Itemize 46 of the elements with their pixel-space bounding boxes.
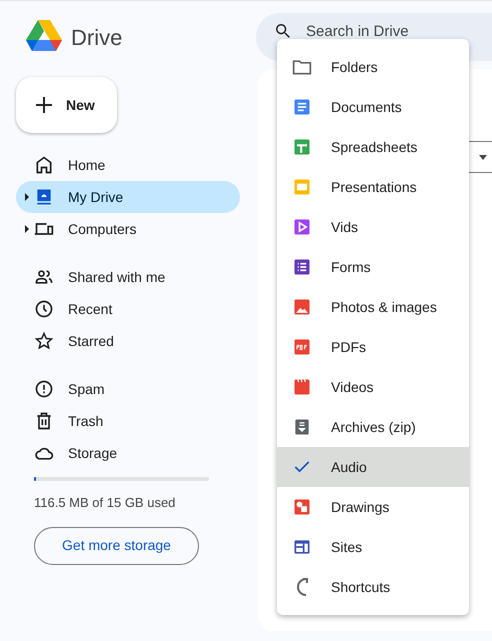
drive-logo-icon	[25, 20, 63, 54]
menu-item[interactable]: Photos & images	[277, 287, 469, 327]
shortcut-arrow-icon	[296, 578, 308, 596]
pdf-icon	[292, 337, 312, 357]
menu-item[interactable]: Shortcuts	[277, 567, 469, 607]
sidebar-item[interactable]: Trash	[16, 405, 240, 437]
search-icon	[276, 24, 290, 38]
menu-item[interactable]: Drawings	[277, 487, 469, 527]
menu-item[interactable]: Vids	[277, 207, 469, 247]
slides-icon	[292, 177, 312, 197]
image-icon	[292, 297, 312, 317]
drawing-icon	[292, 497, 312, 517]
menu-item[interactable]: PDFs	[277, 327, 469, 367]
form-icon	[292, 257, 312, 277]
clock-icon	[34, 299, 54, 319]
app-title: Drive	[71, 24, 122, 52]
menu-item[interactable]: Archives (zip)	[277, 407, 469, 447]
sidebar-item[interactable]: Starred	[16, 325, 240, 357]
home-icon	[34, 155, 54, 175]
sidebar-item[interactable]: Recent	[16, 293, 240, 325]
spreadsheet-icon	[292, 137, 312, 157]
star-icon	[34, 331, 54, 351]
expand-arrow-icon[interactable]	[25, 193, 30, 201]
new-button[interactable]: New	[16, 77, 117, 133]
plus-icon	[34, 95, 54, 115]
sidebar-item[interactable]: Shared with me	[16, 261, 240, 293]
play-icon	[292, 217, 312, 237]
menu-item[interactable]: Sites	[277, 527, 469, 567]
menu-item[interactable]: Forms	[277, 247, 469, 287]
expand-arrow-icon[interactable]	[25, 225, 30, 233]
document-icon	[292, 97, 312, 117]
sidebar-item[interactable]: Home	[16, 149, 240, 181]
sidebar-item[interactable]: My Drive	[16, 181, 240, 213]
menu-item[interactable]: Videos	[277, 367, 469, 407]
film-icon	[292, 377, 312, 397]
get-storage-button[interactable]: Get more storage	[34, 526, 199, 564]
storage-usage: 116.5 MB of 15 GB used	[34, 494, 176, 512]
menu-item[interactable]: Spreadsheets	[277, 127, 469, 167]
sidebar-item[interactable]: Computers	[16, 213, 240, 245]
menu-item[interactable]: Presentations	[277, 167, 469, 207]
sidebar-item[interactable]: Spam	[16, 373, 240, 405]
warning-icon	[34, 379, 54, 399]
menu-item[interactable]: Documents	[277, 87, 469, 127]
caret-icon	[479, 154, 487, 160]
menu-item[interactable]: Audio	[277, 447, 469, 487]
sidebar-item[interactable]: Storage	[16, 437, 240, 469]
